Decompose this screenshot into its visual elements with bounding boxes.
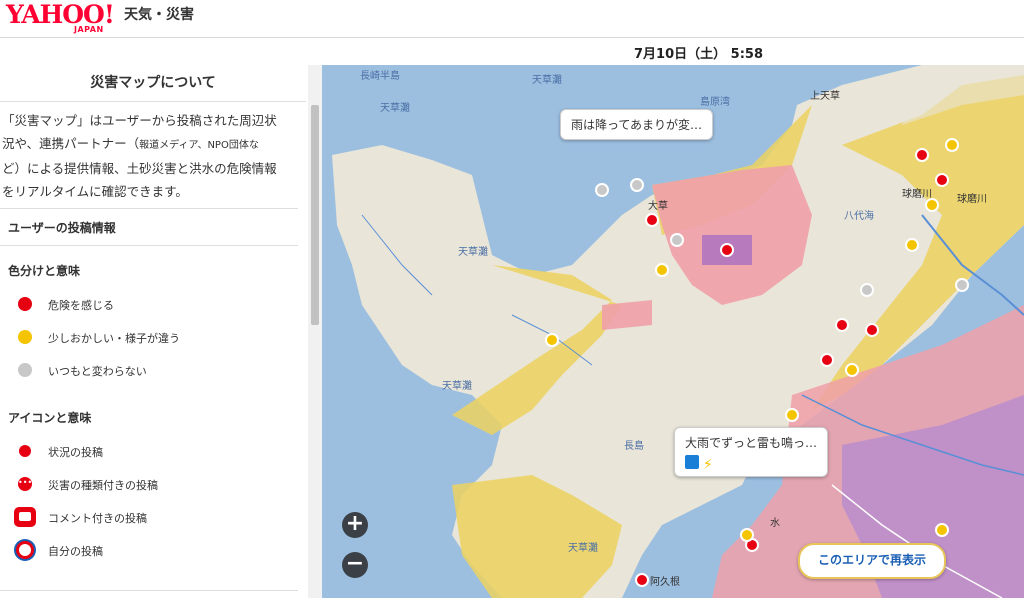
section-icons: アイコンと意味	[8, 411, 92, 425]
icon-label: 状況の投稿	[48, 446, 103, 459]
place-label: 長島	[624, 441, 644, 452]
disaster-map[interactable]: 長崎半島 天草灘 天草灘 島原湾 上天草 八代海 天草灘 天草灘 大草 球磨川 …	[322, 65, 1024, 598]
place-label: 島原湾	[700, 97, 730, 108]
date-bar: 7月10日（土） 5:58	[0, 38, 1024, 66]
self-post-icon	[16, 541, 34, 559]
place-label: 球磨川	[957, 194, 987, 205]
place-label: 天草灘	[532, 75, 562, 86]
divider	[0, 590, 298, 591]
bubble-text: 雨は降ってあまりが変…	[571, 118, 703, 132]
header: YAHOO! JAPAN 天気・災害	[0, 0, 1024, 38]
section-user: ユーザーの投稿情報	[8, 221, 116, 235]
place-label: 長崎半島	[360, 71, 400, 82]
place-label: 上天草	[810, 91, 840, 102]
yellow-circle-icon	[18, 330, 32, 344]
sidebar-title: 災害マップについて	[0, 65, 306, 102]
red-circle-icon	[18, 297, 32, 311]
date-label: 7月10日（土） 5:58	[634, 47, 763, 62]
place-label: 天草灘	[458, 247, 488, 258]
post-bubble-2[interactable]: 大雨でずっと雷も鳴っ… ⚡	[674, 427, 829, 477]
legend-label: 危険を感じる	[48, 299, 114, 312]
service-title[interactable]: 天気・災害	[124, 4, 194, 24]
place-label: 天草灘	[568, 543, 598, 554]
legend-label: 少しおかしい・様子が違う	[48, 332, 180, 345]
sidebar: 災害マップについて 「災害マップ」はユーザーから投稿された周辺状 況や、連携パー…	[0, 65, 323, 598]
comment-icon	[14, 507, 36, 527]
sidebar-scrollbar[interactable]	[308, 65, 322, 598]
logo-sub: JAPAN	[74, 25, 104, 34]
place-label: 八代海	[844, 211, 874, 222]
divider	[0, 245, 298, 246]
place-label: 天草灘	[380, 103, 410, 114]
lightning-icon: ⚡	[702, 457, 713, 473]
divider	[0, 208, 298, 209]
bubble-text: 大雨でずっと雷も鳴っ…	[685, 436, 818, 450]
yahoo-japan-logo[interactable]: YAHOO! JAPAN	[6, 2, 115, 35]
rain-icon	[685, 455, 699, 469]
icon-label: 災害の種類付きの投稿	[48, 479, 158, 492]
gray-circle-icon	[18, 363, 32, 377]
section-colors: 色分けと意味	[8, 264, 81, 278]
legend-label: いつもと変わらない	[48, 365, 147, 378]
desc-line-2: 況や、連携パートナー（	[2, 136, 140, 151]
desc-line-3: 報道メディア、NPO団体な	[139, 140, 259, 151]
desc-line-5: をリアルタイムに確認できます。	[2, 184, 188, 199]
place-label: 水	[770, 518, 780, 529]
red-dots-icon: •••	[18, 477, 32, 491]
desc-line-4: ど）による提供情報、土砂災害と洪水の危険情報	[2, 161, 277, 176]
zoom-out-button[interactable]: −	[342, 552, 368, 578]
place-label: 天草灘	[442, 381, 472, 392]
red-dot-icon	[19, 445, 31, 457]
desc-line-1: 「災害マップ」はユーザーから投稿された周辺状	[2, 113, 277, 128]
place-label: 阿久根	[650, 577, 680, 588]
map-canvas[interactable]	[322, 65, 1024, 598]
reload-area-button[interactable]: このエリアで再表示	[798, 543, 946, 579]
post-bubble-1[interactable]: 雨は降ってあまりが変…	[560, 109, 714, 140]
place-label: 大草	[648, 201, 668, 212]
place-label: 球磨川	[902, 189, 932, 200]
sidebar-description: 「災害マップ」はユーザーから投稿された周辺状 況や、連携パートナー（報道メディア…	[2, 109, 298, 203]
icon-label: 自分の投稿	[48, 545, 103, 558]
zoom-in-button[interactable]: +	[342, 512, 368, 538]
icon-label: コメント付きの投稿	[48, 512, 147, 525]
scroll-thumb[interactable]	[311, 105, 319, 325]
